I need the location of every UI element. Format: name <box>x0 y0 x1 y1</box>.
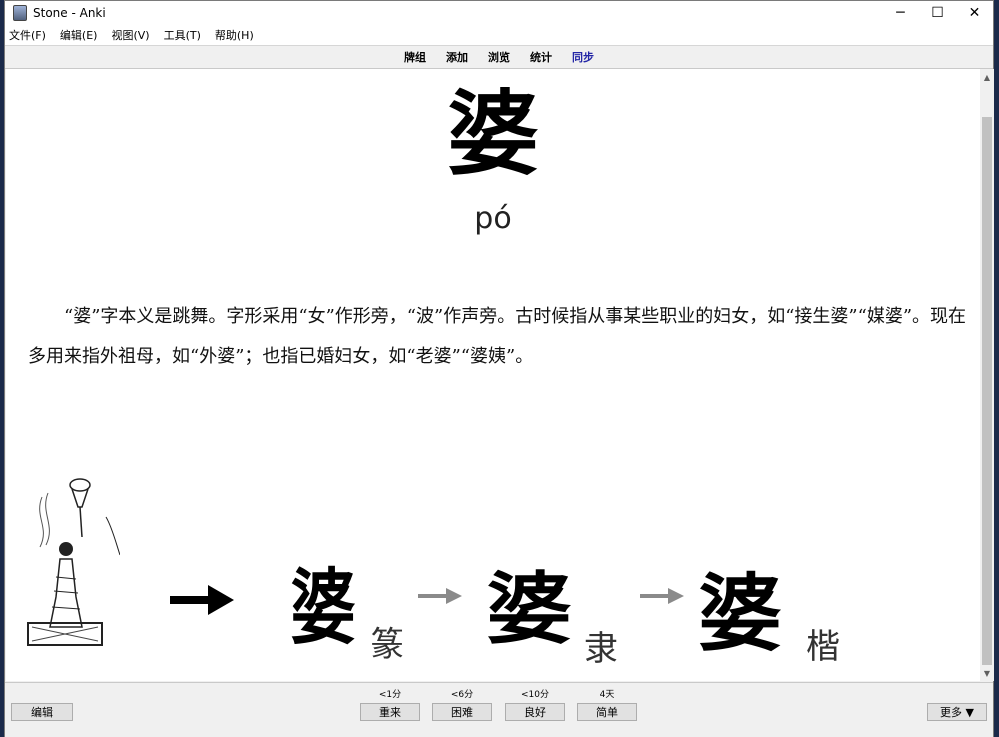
anki-window: Stone - Anki ─ ☐ ✕ 文件(F) 编辑(E) 视图(V) 工具(… <box>4 0 994 737</box>
maximize-icon[interactable]: ☐ <box>919 1 956 25</box>
regular-script-character: 婆 <box>698 564 783 663</box>
more-button[interactable]: 更多 ▼ <box>927 703 987 721</box>
anki-app-icon <box>13 5 27 21</box>
again-interval: <1分 <box>378 690 402 700</box>
menu-file[interactable]: 文件(F) <box>9 27 46 43</box>
easy-interval: 4天 <box>599 690 615 700</box>
main-toolbar: 牌组 添加 浏览 统计 同步 <box>5 45 993 69</box>
edit-button[interactable]: 编辑 <box>11 703 73 721</box>
menu-edit[interactable]: 编辑(E) <box>60 27 98 43</box>
window-controls: ─ ☐ ✕ <box>882 1 993 25</box>
minimize-icon[interactable]: ─ <box>882 1 919 25</box>
hard-button[interactable]: 困难 <box>432 703 492 721</box>
card-pinyin: pó <box>474 201 512 236</box>
menu-view[interactable]: 视图(V) <box>111 27 149 43</box>
seal-script-label: 篆 <box>370 625 404 665</box>
close-icon[interactable]: ✕ <box>956 1 993 25</box>
title-bar: Stone - Anki ─ ☐ ✕ <box>5 1 993 25</box>
toolbar-decks[interactable]: 牌组 <box>404 49 426 65</box>
scroll-thumb[interactable] <box>982 117 992 665</box>
small-arrow-icon <box>418 588 462 604</box>
clerical-script-label: 隶 <box>584 629 618 669</box>
again-button[interactable]: 重来 <box>360 703 420 721</box>
toolbar-add[interactable]: 添加 <box>446 49 468 65</box>
menu-tools[interactable]: 工具(T) <box>164 27 201 43</box>
window-title: Stone - Anki <box>33 6 106 20</box>
toolbar-browse[interactable]: 浏览 <box>488 49 510 65</box>
seal-script-character: 婆 <box>290 560 356 656</box>
clerical-script-character: 婆 <box>486 564 572 655</box>
card-character: 婆 <box>446 80 539 188</box>
good-button[interactable]: 良好 <box>505 703 565 721</box>
card-content: 婆 pó “婆”字本义是跳舞。字形采用“女”作形旁，“波”作声旁。古时候指从事某… <box>6 69 980 681</box>
small-arrow-icon <box>640 588 684 604</box>
scroll-up-icon[interactable]: ▲ <box>980 69 994 85</box>
dancer-illustration <box>27 478 120 646</box>
big-arrow-icon <box>170 585 234 615</box>
toolbar-stats[interactable]: 统计 <box>530 49 552 65</box>
menu-help[interactable]: 帮助(H) <box>215 27 254 43</box>
easy-button[interactable]: 简单 <box>577 703 637 721</box>
scroll-down-icon[interactable]: ▼ <box>980 665 994 681</box>
vertical-scrollbar[interactable]: ▲ ▼ <box>980 69 994 681</box>
hard-interval: <6分 <box>450 690 474 700</box>
card-description: “婆”字本义是跳舞。字形采用“女”作形旁，“波”作声旁。古时候指从事某些职业的妇… <box>28 306 967 367</box>
good-interval: <10分 <box>521 690 549 700</box>
regular-script-label: 楷 <box>806 627 840 667</box>
menu-bar: 文件(F) 编辑(E) 视图(V) 工具(T) 帮助(H) <box>5 25 993 45</box>
toolbar-sync[interactable]: 同步 <box>572 49 594 65</box>
review-bar: 编辑 <1分 重来 <6分 困难 <10分 良好 4天 简单 更多 ▼ <box>5 682 993 737</box>
